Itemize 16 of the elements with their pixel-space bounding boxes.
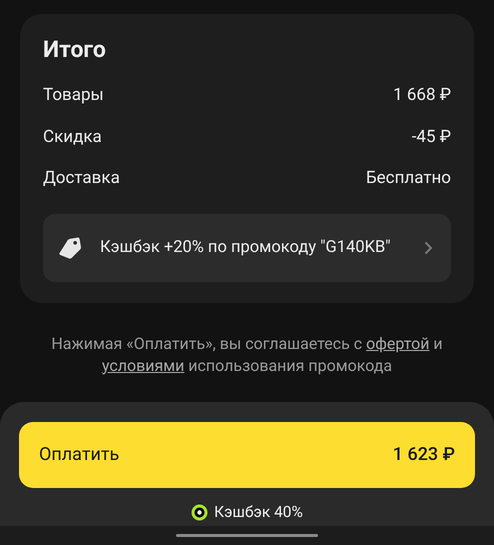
promo-item[interactable]: Кэшбэк +20% по промокоду "G140KB" bbox=[43, 214, 451, 282]
pay-button[interactable]: Оплатить 1 623 ₽ bbox=[19, 422, 475, 488]
legal-text: Нажимая «Оплатить», вы соглашаетесь с офертой и условиями использования промокода bbox=[50, 332, 444, 376]
legal-link[interactable]: условиями bbox=[102, 356, 184, 374]
row-value: 1 668 ₽ bbox=[393, 84, 451, 107]
cashback-ring-icon bbox=[191, 504, 208, 521]
row-value: Бесплатно bbox=[366, 167, 451, 190]
cashback-text: Кэшбэк 40% bbox=[214, 502, 303, 523]
row-label: Доставка bbox=[43, 167, 120, 190]
chevron-right-icon bbox=[424, 240, 433, 254]
tag-icon bbox=[57, 236, 83, 258]
row-value: -45 ₽ bbox=[412, 126, 451, 148]
row-label: Скидка bbox=[43, 126, 102, 148]
summary-title: Итого bbox=[43, 35, 107, 65]
legal-link[interactable]: офертой bbox=[366, 334, 430, 352]
row-label: Товары bbox=[43, 84, 104, 107]
